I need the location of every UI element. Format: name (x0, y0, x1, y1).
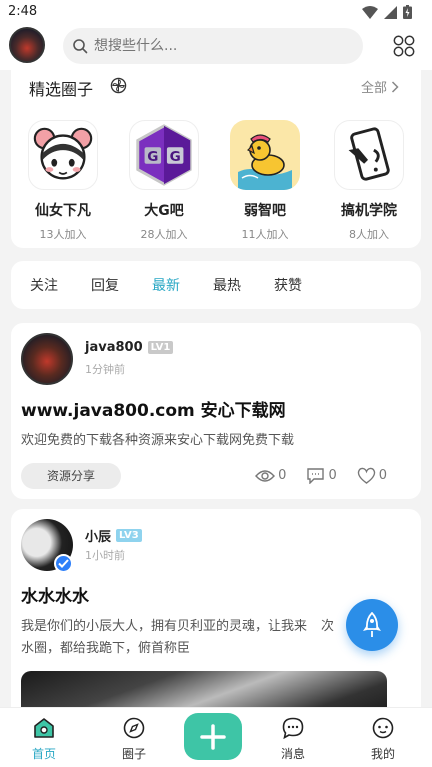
post-stats: 0 0 0 (255, 467, 387, 484)
nav-messages-label: 消息 (280, 747, 305, 761)
svg-text:G: G (170, 149, 181, 165)
tab-reply[interactable]: 回复 (91, 275, 119, 295)
author-avatar[interactable] (21, 333, 73, 385)
circle-name: 弱智吧 (244, 203, 286, 219)
user-avatar[interactable] (9, 27, 45, 63)
level-badge: LV3 (116, 529, 142, 542)
status-time: 2:48 (8, 4, 38, 19)
view-count-value: 0 (278, 468, 287, 483)
search-box[interactable] (63, 28, 363, 64)
post-time: 1分钟前 (85, 363, 125, 376)
verified-badge-icon (54, 554, 73, 573)
home-icon (34, 718, 54, 738)
rocket-fab-button[interactable] (346, 599, 398, 651)
topic-tag-button[interactable]: 资源分享 (21, 463, 121, 489)
tab-latest[interactable]: 最新 (152, 275, 180, 295)
comment-count-value: 0 (328, 468, 337, 483)
battery-icon (403, 5, 412, 19)
compass-icon (123, 717, 145, 739)
signal-icon (384, 5, 397, 19)
rocket-icon (363, 612, 381, 637)
circle-name: 仙女下凡 (35, 203, 91, 219)
featured-title: 精选圈子 (29, 80, 94, 99)
view-count: 0 (255, 468, 286, 483)
post-user: 小辰 LV3 (85, 526, 142, 545)
circle-count: 28人加入 (140, 228, 188, 241)
chat-bubble-icon (282, 717, 304, 740)
post-body: 我是你们的小辰大人，拥有贝利亚的灵魂，让我来次 水圈，都给我跪下，俯首称臣 (21, 616, 334, 660)
post-body: 欢迎免费的下载各种资源来安心下载网免费下载 (21, 433, 295, 448)
tab-follow[interactable]: 关注 (30, 275, 58, 295)
author-name[interactable]: 小辰 (85, 526, 111, 545)
featured-circles-card: 精选圈子 全部 仙女下凡 13人加入 G G 大G吧 28人加入 弱智吧 11人… (11, 64, 421, 248)
post-body-line: 我是你们的小辰大人，拥有贝利亚的灵魂，让我来 (21, 619, 308, 634)
like-count-value: 0 (378, 468, 387, 483)
fairy-girl-icon (28, 120, 98, 190)
post-user: java800 LV1 (85, 340, 174, 355)
status-icons (362, 5, 412, 19)
circle-item-fairy[interactable]: 仙女下凡 13人加入 (23, 120, 103, 242)
feed-tabs: 关注 回复 最新 最热 获赞 (11, 261, 421, 309)
plus-icon (200, 723, 226, 750)
circle-name: 大G吧 (144, 203, 184, 219)
bottom-nav: 首页 圈子 消息 我的 (0, 707, 432, 767)
nav-messages[interactable]: 消息 (263, 716, 323, 762)
circle-count: 11人加入 (241, 228, 289, 241)
like-count[interactable]: 0 (357, 467, 387, 484)
level-badge: LV1 (147, 341, 174, 354)
post-body-line: 水圈，都给我跪下，俯首称臣 (21, 641, 191, 656)
game-guardian-icon: G G (129, 120, 199, 190)
nav-mine[interactable]: 我的 (353, 716, 413, 762)
nav-circles[interactable]: 圈子 (104, 716, 164, 762)
post-body-tail: 次 (321, 619, 335, 634)
circle-item-tech[interactable]: 搞机学院 8人加入 (329, 120, 409, 242)
pinwheel-icon (110, 77, 127, 94)
svg-text:G: G (147, 149, 158, 165)
circle-count: 13人加入 (39, 228, 87, 241)
tab-liked[interactable]: 获赞 (274, 275, 302, 295)
nav-mine-label: 我的 (370, 747, 395, 761)
circle-item-silly[interactable]: 弱智吧 11人加入 (225, 120, 305, 242)
circle-item-big-g[interactable]: G G 大G吧 28人加入 (124, 120, 204, 242)
author-name[interactable]: java800 (85, 340, 143, 355)
post-title[interactable]: www.java800.com 安心下载网 (21, 396, 286, 421)
grid-menu-icon[interactable] (392, 34, 416, 58)
view-all-label: 全部 (360, 81, 387, 96)
nav-home-label: 首页 (31, 747, 56, 761)
circle-count: 8人加入 (349, 228, 389, 241)
circle-name: 搞机学院 (341, 203, 397, 219)
duck-icon (230, 120, 300, 190)
comment-icon (307, 468, 325, 484)
smiley-icon (372, 717, 394, 739)
tab-hottest[interactable]: 最热 (213, 275, 241, 295)
nav-home[interactable]: 首页 (14, 716, 74, 762)
chevron-right-icon (391, 80, 399, 93)
search-input[interactable] (94, 38, 334, 54)
view-all-link[interactable]: 全部 (361, 77, 399, 96)
phone-tool-icon (334, 120, 404, 190)
status-bar: 2:48 (0, 0, 432, 24)
eye-icon (255, 469, 276, 482)
heart-icon (357, 467, 375, 484)
wifi-icon (362, 5, 378, 19)
search-icon (72, 38, 88, 54)
comment-count[interactable]: 0 (306, 467, 337, 484)
post-card[interactable]: java800 LV1 1分钟前 www.java800.com 安心下载网 欢… (11, 323, 421, 499)
add-post-button[interactable] (184, 713, 242, 760)
post-title[interactable]: 水水水水 (21, 582, 89, 607)
nav-circles-label: 圈子 (121, 747, 146, 761)
post-time: 1小时前 (85, 549, 125, 562)
